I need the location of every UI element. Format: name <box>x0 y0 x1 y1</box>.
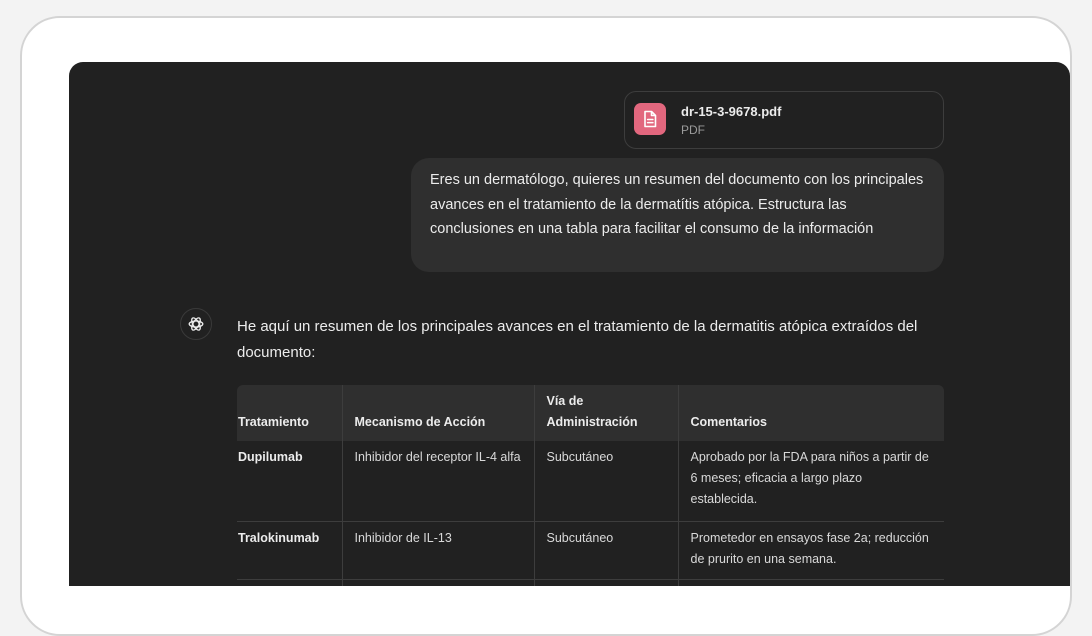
table-cell <box>678 579 944 586</box>
file-type: PDF <box>681 123 705 137</box>
user-message-bubble: Eres un dermatólogo, quieres un resumen … <box>411 158 944 272</box>
assistant-intro-text: He aquí un resumen de los principales av… <box>237 318 918 361</box>
table-row: Dupilumab Inhibidor del receptor IL-4 al… <box>237 441 944 522</box>
chat-screen: dr-15-3-9678.pdf PDF Eres un dermatólogo… <box>69 62 1070 586</box>
table-cell: Dupilumab <box>237 441 343 522</box>
table-cell <box>342 579 535 586</box>
table-header-cell: Vía de Administración <box>534 385 679 441</box>
file-name: dr-15-3-9678.pdf <box>681 104 782 119</box>
table-cell: Subcutáneo <box>534 441 679 522</box>
table-header-cell: Mecanismo de Acción <box>342 385 535 441</box>
table-cell: Inhibidor de IL-13 <box>342 521 535 580</box>
table-cell <box>237 579 343 586</box>
table-cell <box>534 579 679 586</box>
treatments-table: Tratamiento Mecanismo de Acción Vía de A… <box>237 385 944 586</box>
table-header-cell: Comentarios <box>678 385 944 441</box>
openai-logo-icon <box>180 308 212 340</box>
table-cell: Tralokinumab <box>237 521 343 580</box>
device-frame: dr-15-3-9678.pdf PDF Eres un dermatólogo… <box>20 16 1072 636</box>
table-header-row: Tratamiento Mecanismo de Acción Vía de A… <box>237 385 944 441</box>
table-cell: Prometedor en ensayos fase 2a; reducción… <box>678 521 944 580</box>
document-icon <box>634 103 666 135</box>
table-cell: Inhibidor del receptor IL-4 alfa <box>342 441 535 522</box>
table-cell: Aprobado por la FDA para niños a partir … <box>678 441 944 522</box>
file-attachment[interactable]: dr-15-3-9678.pdf PDF <box>624 91 944 149</box>
table-row <box>237 579 944 586</box>
table-cell: Subcutáneo <box>534 521 679 580</box>
table-row: Tralokinumab Inhibidor de IL-13 Subcután… <box>237 521 944 580</box>
table-header-cell: Tratamiento <box>237 385 343 441</box>
